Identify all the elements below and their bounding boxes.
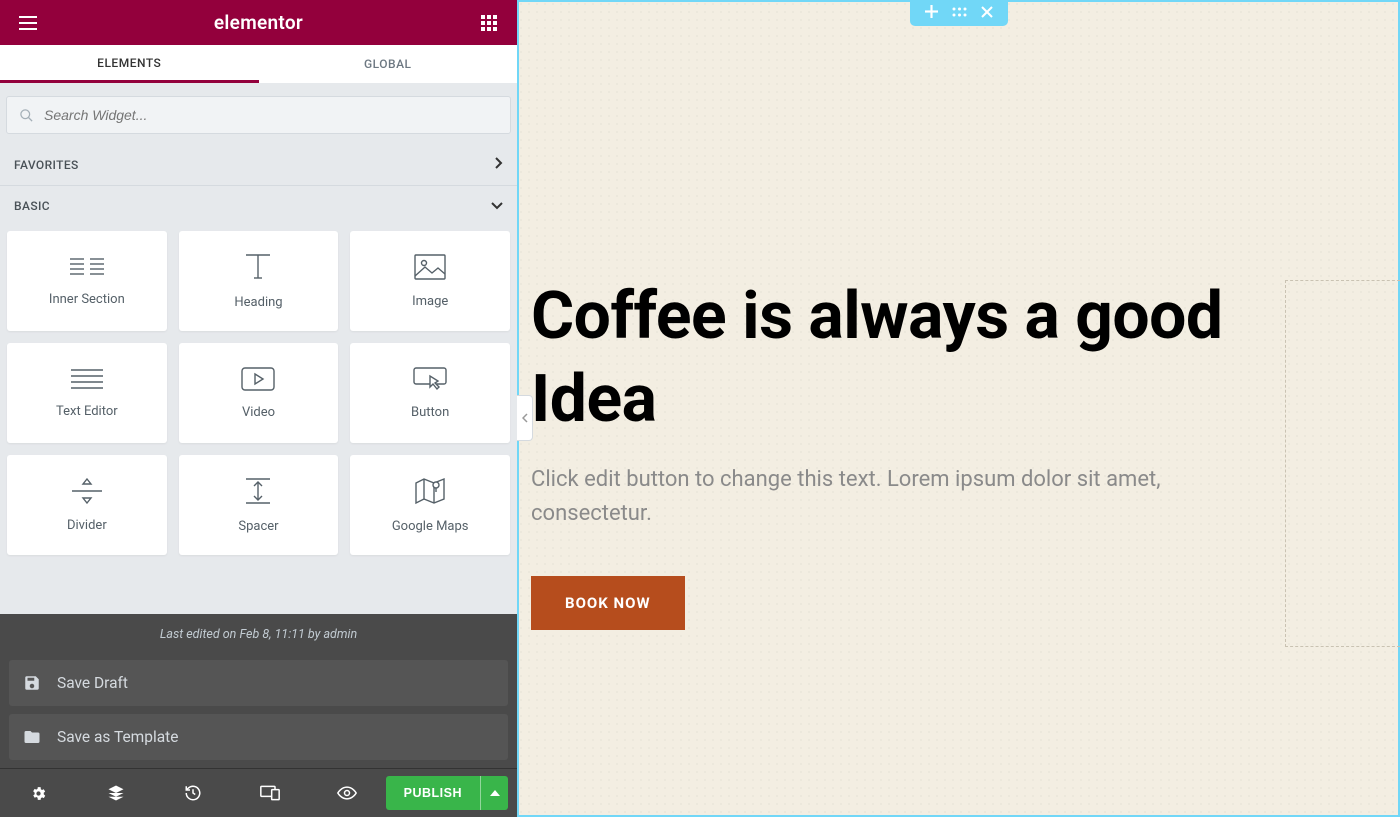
widget-label: Spacer [238,519,278,534]
folder-icon [23,728,41,746]
widget-grid: Inner Section Heading Image Text Editor … [0,226,517,555]
google-maps-icon [414,477,446,505]
add-section-button[interactable] [925,5,938,18]
search-box[interactable] [6,96,511,134]
section-basic[interactable]: BASIC [0,185,517,226]
publish-group: PUBLISH [386,776,508,810]
editor-panel: elementor ELEMENTS GLOBAL FAVORITES BASI… [0,0,517,817]
button-icon [413,367,447,391]
tab-elements[interactable]: ELEMENTS [0,45,259,83]
close-icon [981,6,993,18]
inner-section-icon [70,256,104,278]
widget-divider[interactable]: Divider [7,455,167,555]
save-template-button[interactable]: Save as Template [9,714,508,760]
publish-button[interactable]: PUBLISH [386,776,480,810]
widget-label: Divider [67,518,107,533]
divider-icon [72,478,102,504]
history-button[interactable] [154,769,231,817]
widget-google-maps[interactable]: Google Maps [350,455,510,555]
hero-content: Coffee is always a good Idea Click edit … [531,276,1280,630]
drag-dots-icon [952,7,967,17]
publish-options-button[interactable] [480,776,508,810]
collapse-panel-handle[interactable] [517,395,533,441]
caret-up-icon [490,790,500,796]
widget-button[interactable]: Button [350,343,510,443]
widget-heading[interactable]: Heading [179,231,339,331]
bottom-bar: PUBLISH [0,768,517,817]
gear-icon [30,785,47,802]
save-icon [23,674,41,692]
settings-button[interactable] [0,769,77,817]
hero-text[interactable]: Click edit button to change this text. L… [531,463,1280,531]
favorites-label: FAVORITES [14,158,79,172]
column-placeholder[interactable] [1285,280,1400,647]
widget-inner-section[interactable]: Inner Section [7,231,167,331]
save-draft-label: Save Draft [57,674,128,692]
save-draft-button[interactable]: Save Draft [9,660,508,706]
chevron-left-icon [522,413,528,423]
widget-label: Image [412,294,448,309]
logo: elementor [214,11,303,34]
widget-video[interactable]: Video [179,343,339,443]
eye-icon [337,786,357,800]
widget-label: Button [411,405,449,420]
basic-label: BASIC [14,199,50,213]
section-controls [910,0,1008,26]
video-icon [241,367,275,391]
responsive-button[interactable] [231,769,308,817]
plus-icon [925,5,938,18]
history-icon [184,784,202,802]
menu-button[interactable] [16,11,40,35]
image-icon [414,254,446,280]
heading-icon [243,253,273,281]
layers-icon [107,784,125,802]
panel-header: elementor [0,0,517,45]
widget-image[interactable]: Image [350,231,510,331]
widget-text-editor[interactable]: Text Editor [7,343,167,443]
devices-icon [260,785,280,801]
hamburger-icon [19,16,37,30]
apps-grid-icon [481,15,497,31]
section-favorites[interactable]: FAVORITES [0,144,517,185]
tab-global[interactable]: GLOBAL [259,45,518,83]
chevron-down-icon [491,199,503,213]
search-wrap [0,83,517,144]
widget-label: Video [242,405,275,420]
hero-heading[interactable]: Coffee is always a good Idea [531,276,1280,441]
widget-spacer[interactable]: Spacer [179,455,339,555]
widget-label: Heading [234,295,282,310]
delete-section-button[interactable] [981,5,993,18]
search-input[interactable] [44,107,498,123]
text-editor-icon [71,368,103,390]
widget-label: Text Editor [56,404,118,419]
save-template-label: Save as Template [57,728,178,746]
search-icon [19,108,34,123]
navigator-button[interactable] [77,769,154,817]
edit-section-button[interactable] [952,5,967,18]
cta-button[interactable]: BOOK NOW [531,576,685,630]
preview-canvas[interactable]: Coffee is always a good Idea Click edit … [517,0,1400,817]
spacer-icon [243,477,273,505]
widget-label: Google Maps [392,519,469,534]
preview-button[interactable] [309,769,386,817]
save-flyout: Last edited on Feb 8, 11:11 by admin Sav… [0,614,517,768]
last-edited-meta: Last edited on Feb 8, 11:11 by admin [0,614,517,660]
chevron-right-icon [495,157,503,172]
widget-label: Inner Section [49,292,125,307]
apps-button[interactable] [477,11,501,35]
panel-tabs: ELEMENTS GLOBAL [0,45,517,83]
